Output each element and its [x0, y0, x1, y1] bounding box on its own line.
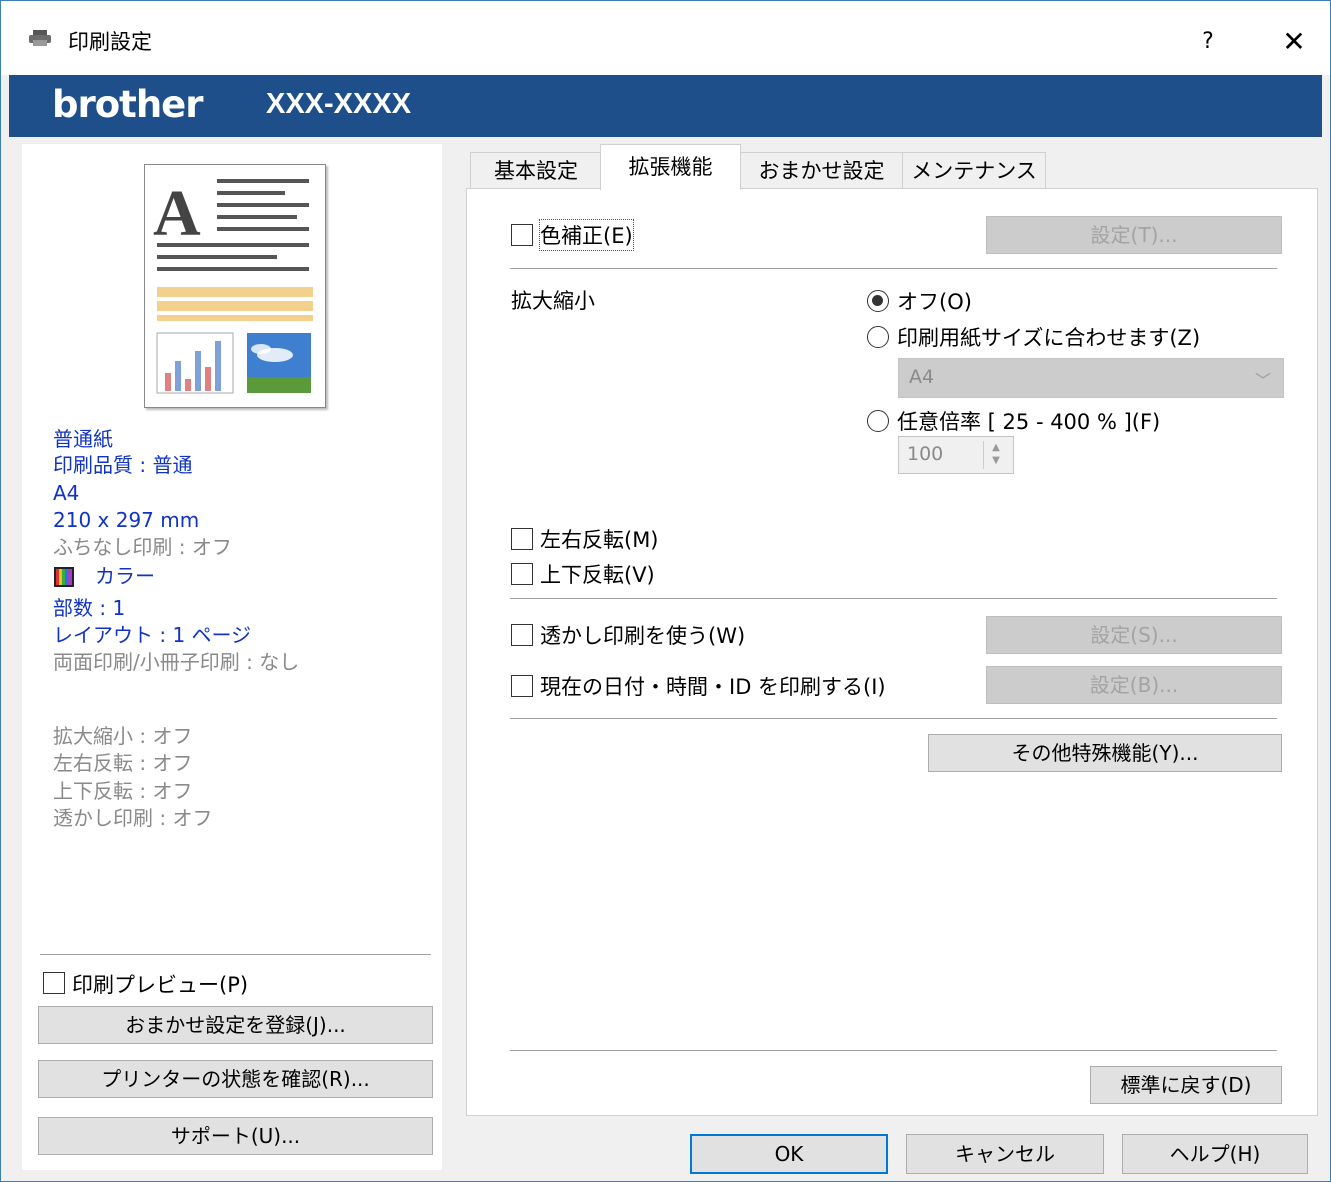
help-title-button[interactable]: ? [1188, 22, 1228, 62]
summary-duplex: 両面印刷/小冊子印刷 : なし [53, 650, 300, 674]
divider-2 [510, 598, 1277, 599]
printer-icon [28, 28, 52, 48]
summary-watermark: 透かし印刷 : オフ [53, 806, 213, 830]
divider-3 [510, 718, 1277, 719]
window-title: 印刷設定 [68, 30, 152, 54]
check-status-button[interactable]: プリンターの状態を確認(R)... [38, 1060, 433, 1098]
tab-advanced[interactable]: 拡張機能 [600, 144, 741, 190]
chevron-down-icon: ﹀ [1255, 371, 1272, 390]
printer-model: XXX-XXXX [266, 88, 412, 120]
ratio-stepper[interactable]: 100 ▲ ▼ [898, 436, 1014, 474]
mirror-label: 左右反転(M) [540, 528, 659, 552]
color-correction-label: 色補正(E) [539, 219, 634, 251]
summary-color: カラー [95, 564, 155, 588]
reset-default-button[interactable]: 標準に戻す(D) [1090, 1066, 1282, 1104]
summary-scaling: 拡大縮小 : オフ [53, 724, 193, 748]
left-divider [40, 954, 431, 955]
header-footer-settings-button[interactable]: 設定(B)... [986, 666, 1282, 704]
support-button[interactable]: サポート(U)... [38, 1117, 433, 1155]
brand-banner [9, 75, 1322, 137]
summary-reverse: 上下反転 : オフ [53, 779, 193, 803]
help-button[interactable]: ヘルプ(H) [1122, 1134, 1308, 1174]
divider-4 [510, 1050, 1277, 1051]
fit-paper-radio[interactable] [867, 326, 889, 348]
divider-1 [510, 268, 1277, 269]
page-preview-image: A [144, 164, 326, 408]
paper-size-value: A4 [909, 366, 935, 388]
svg-text:A: A [153, 177, 201, 250]
register-preset-button[interactable]: おまかせ設定を登録(J)... [38, 1006, 433, 1044]
brand-logo: brother [52, 83, 204, 126]
summary-paper: 普通紙 [53, 427, 113, 451]
summary-size: A4 [53, 481, 80, 505]
custom-ratio-label: 任意倍率 [ 25 - 400 % ](F) [897, 410, 1161, 434]
cancel-button[interactable]: キャンセル [906, 1134, 1104, 1174]
reverse-label: 上下反転(V) [540, 563, 655, 587]
paper-size-select[interactable]: A4 ﹀ [898, 358, 1284, 398]
title-bar [1, 1, 1330, 75]
stepper-arrows-icon[interactable]: ▲ ▼ [983, 441, 1008, 469]
scaling-off-radio[interactable] [867, 290, 889, 312]
watermark-label: 透かし印刷を使う(W) [540, 624, 746, 648]
tab-maintenance[interactable]: メンテナンス [902, 152, 1046, 188]
ok-button[interactable]: OK [690, 1134, 888, 1174]
summary-layout: レイアウト : 1 ページ [53, 623, 252, 647]
other-features-button[interactable]: その他特殊機能(Y)... [928, 734, 1282, 772]
reverse-checkbox[interactable] [511, 563, 533, 585]
custom-ratio-radio[interactable] [867, 410, 889, 432]
color-icon [54, 567, 74, 587]
tab-presets[interactable]: おまかせ設定 [739, 152, 904, 188]
mirror-checkbox[interactable] [511, 528, 533, 550]
print-preview-checkbox[interactable] [43, 972, 65, 994]
color-correction-checkbox[interactable] [511, 224, 533, 246]
scaling-off-label: オフ(O) [897, 290, 972, 314]
tab-basic[interactable]: 基本設定 [470, 152, 602, 188]
watermark-settings-button[interactable]: 設定(S)... [986, 616, 1282, 654]
summary-dimensions: 210 x 297 mm [53, 508, 200, 532]
summary-quality: 印刷品質 : 普通 [53, 453, 193, 477]
summary-copies: 部数 : 1 [53, 596, 126, 620]
print-preview-label: 印刷プレビュー(P) [72, 973, 249, 997]
summary-mirror: 左右反転 : オフ [53, 751, 193, 775]
header-footer-checkbox[interactable] [511, 675, 533, 697]
scaling-label: 拡大縮小 [511, 289, 595, 313]
ratio-value: 100 [907, 443, 944, 465]
watermark-checkbox[interactable] [511, 624, 533, 646]
header-footer-label: 現在の日付・時間・ID を印刷する(I) [540, 675, 886, 699]
close-icon[interactable]: ✕ [1270, 22, 1318, 62]
summary-borderless: ふちなし印刷 : オフ [53, 535, 232, 559]
fit-paper-label: 印刷用紙サイズに合わせます(Z) [897, 326, 1201, 350]
color-settings-button[interactable]: 設定(T)... [986, 216, 1282, 254]
